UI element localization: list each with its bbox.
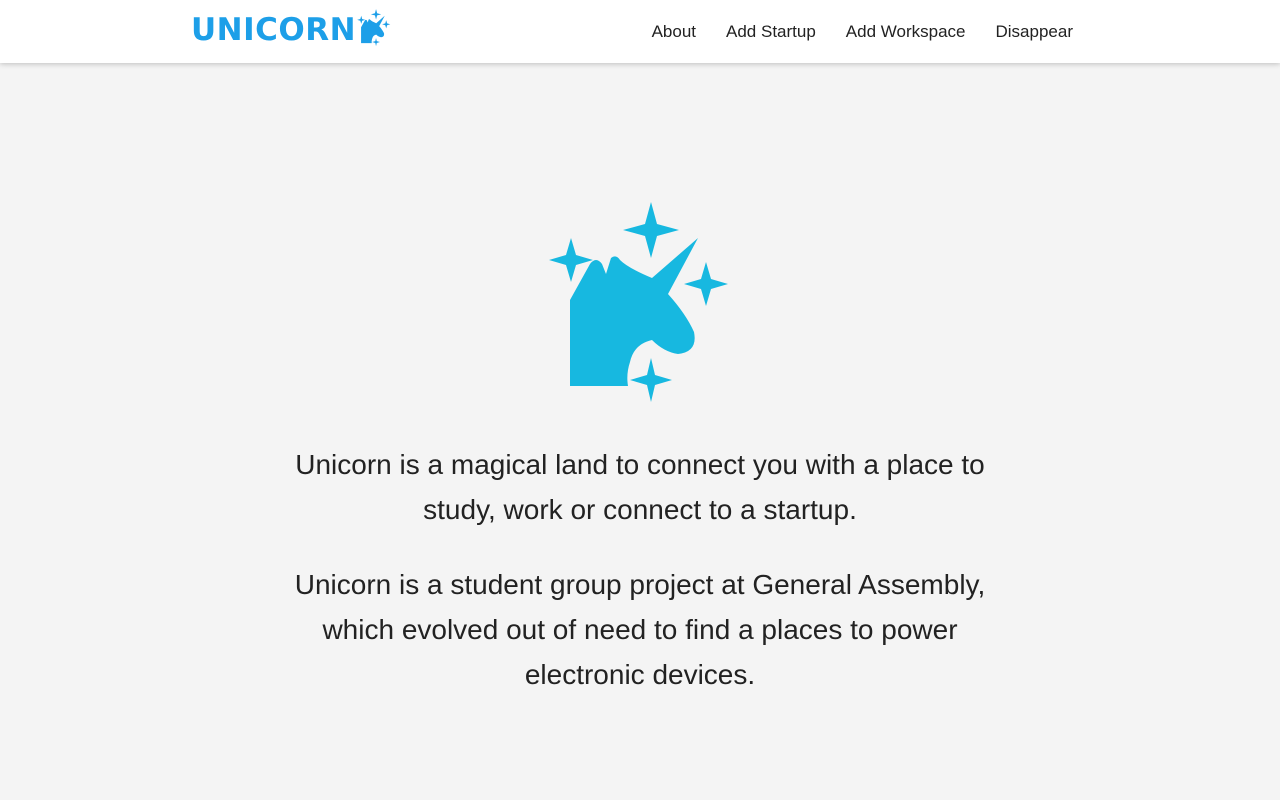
nav-disappear-link[interactable]: Disappear: [996, 22, 1074, 41]
about-paragraph-intro: Unicorn is a magical land to connect you…: [295, 449, 985, 525]
about-paragraph-origin: Unicorn is a student group project at Ge…: [294, 569, 986, 690]
brand-logo-link[interactable]: UNICORN: [191, 9, 391, 50]
unicorn-sparkles-icon: [549, 202, 728, 402]
top-navbar: UNICORN About Add Startup Add Workspace …: [0, 0, 1280, 63]
brand-name: UNICORN: [191, 12, 357, 48]
nav-add-workspace-link[interactable]: Add Workspace: [846, 22, 966, 41]
nav-add-startup-link[interactable]: Add Startup: [726, 22, 816, 41]
unicorn-sparkles-icon: [357, 9, 391, 47]
nav-links: About Add Startup Add Workspace Disappea…: [622, 0, 1073, 63]
nav-about-link[interactable]: About: [652, 22, 696, 41]
